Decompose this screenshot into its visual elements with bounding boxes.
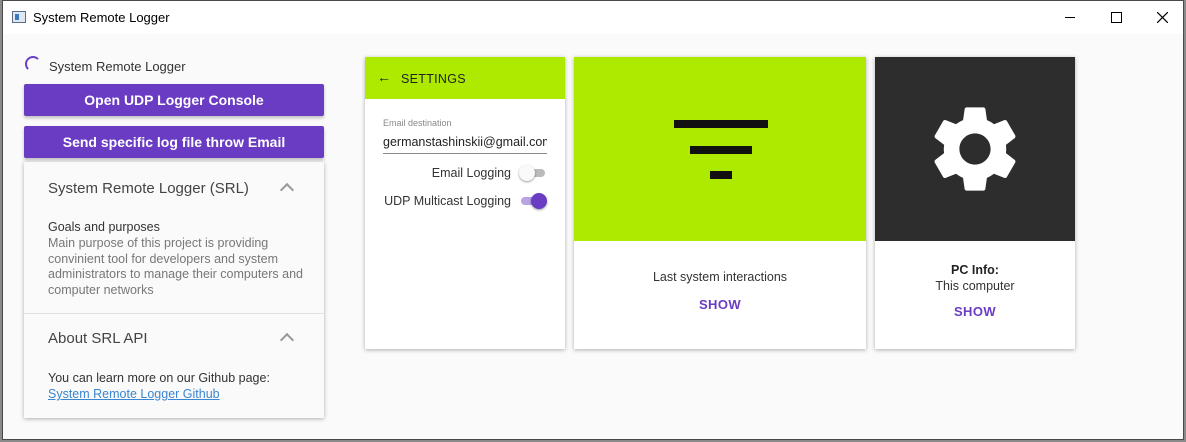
email-destination-label: Email destination: [383, 118, 452, 128]
title-bar[interactable]: System Remote Logger: [3, 1, 1183, 34]
accordion-divider: [24, 313, 324, 314]
github-link[interactable]: System Remote Logger Github: [48, 387, 220, 401]
udp-logging-toggle[interactable]: [519, 192, 547, 210]
accordion-header-srl[interactable]: System Remote Logger (SRL): [48, 180, 249, 197]
open-udp-console-button[interactable]: Open UDP Logger Console: [24, 84, 324, 116]
settings-title: SETTINGS: [401, 72, 466, 86]
settings-header: ← SETTINGS: [365, 57, 565, 99]
goals-description: Main purpose of this project is providin…: [48, 236, 303, 297]
close-button[interactable]: [1139, 1, 1183, 34]
interactions-text: Last system interactions: [652, 270, 788, 284]
chevron-up-icon[interactable]: [279, 332, 295, 348]
info-accordion: System Remote Logger (SRL) Goals and pur…: [24, 162, 324, 418]
chevron-up-icon[interactable]: [279, 182, 295, 198]
email-destination-input[interactable]: [383, 131, 547, 154]
toggle-knob: [519, 165, 535, 181]
interactions-media: [574, 57, 866, 241]
udp-logging-label: UDP Multicast Logging: [384, 194, 511, 208]
email-logging-row: Email Logging: [432, 164, 547, 182]
udp-logging-row: UDP Multicast Logging: [384, 192, 547, 210]
close-icon: [1156, 12, 1168, 23]
interactions-card: Last system interactions SHOW: [574, 57, 866, 349]
gear-icon: [934, 107, 1016, 191]
toggle-knob: [531, 193, 547, 209]
window-title: System Remote Logger: [33, 10, 170, 25]
send-log-email-button[interactable]: Send specific log file throw Email: [24, 126, 324, 158]
email-logging-label: Email Logging: [431, 166, 511, 180]
pc-info-card: PC Info: This computer SHOW: [875, 57, 1075, 349]
app-window-icon: [12, 11, 26, 23]
pc-info-text: This computer: [935, 279, 1015, 293]
interactions-show-button[interactable]: SHOW: [574, 297, 866, 312]
pc-info-show-button[interactable]: SHOW: [875, 304, 1075, 319]
app-name-label: System Remote Logger: [49, 59, 186, 74]
maximize-icon: [1110, 12, 1122, 23]
app-window: System Remote Logger System Remote Logge…: [2, 0, 1184, 440]
email-logging-toggle[interactable]: [519, 164, 547, 182]
minimize-icon: [1065, 17, 1075, 18]
back-arrow-icon[interactable]: ←: [377, 69, 391, 85]
loading-spinner-icon: [25, 56, 41, 72]
pc-info-title: PC Info:: [951, 263, 999, 277]
github-info-text: You can learn more on our Github page:: [48, 371, 270, 385]
pc-info-media: [875, 57, 1075, 241]
main-content: System Remote Logger Open UDP Logger Con…: [3, 34, 1183, 439]
accordion-header-api[interactable]: About SRL API: [48, 330, 148, 347]
goals-subtitle: Goals and purposes: [48, 220, 160, 234]
settings-card: ← SETTINGS Email destination Email Loggi…: [365, 57, 565, 349]
maximize-button[interactable]: [1093, 1, 1139, 34]
minimize-button[interactable]: [1047, 1, 1093, 34]
